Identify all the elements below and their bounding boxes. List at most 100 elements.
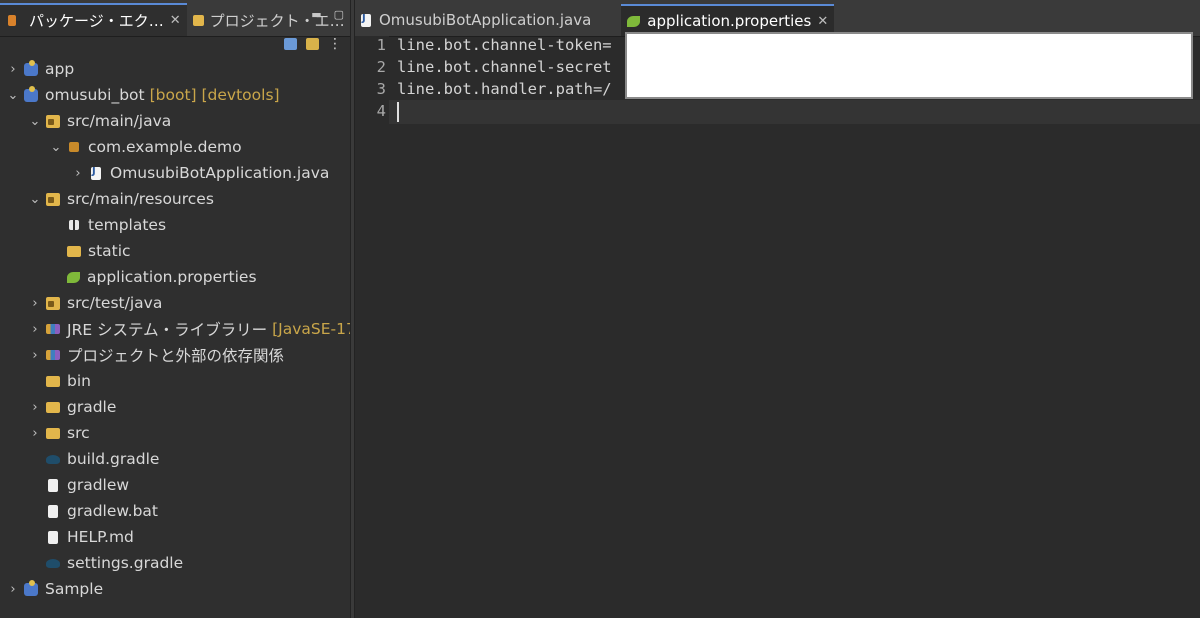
tree-item-label: gradle (67, 398, 117, 416)
tree-item-com-example-demo[interactable]: ⌄ com.example.demo (49, 134, 242, 160)
project-icon (24, 579, 38, 596)
tree-item-jre-system-library[interactable]: › JRE システム・ライブラリー [JavaSE-17] (28, 316, 362, 342)
tree-item-label: src/test/java (67, 294, 163, 312)
tree-item-label: bin (67, 372, 91, 390)
chevron-down-icon[interactable]: ⌄ (28, 114, 42, 129)
gradle-icon (46, 558, 60, 568)
library-icon (46, 324, 60, 334)
spring-properties-icon (67, 271, 80, 283)
tree-item-label: OmusubiBotApplication.java (110, 164, 330, 182)
folder-icon (46, 375, 60, 387)
tree-item-label: src/main/java (67, 112, 172, 130)
tree-item-gradle[interactable]: › gradle (28, 394, 116, 420)
package-explorer-icon (8, 15, 16, 26)
tree-item-gradlew[interactable]: gradlew (46, 472, 129, 498)
chevron-right-icon[interactable]: › (28, 322, 42, 337)
tree-item-decoration: [JavaSE-17] (272, 320, 362, 338)
text-cursor (397, 102, 399, 122)
collapse-all-icon[interactable] (284, 38, 297, 50)
project-icon (24, 59, 38, 76)
package-icon (69, 142, 79, 152)
tree-item-gradlew-bat[interactable]: gradlew.bat (46, 498, 158, 524)
tab-label: application.properties (647, 12, 812, 30)
gradle-icon (46, 454, 60, 464)
tree-item-label: HELP.md (67, 528, 134, 546)
tree-item-label: JRE システム・ライブラリー (67, 321, 268, 339)
view-window-controls: ▬ ▢ (311, 8, 344, 21)
tree-item-src[interactable]: › src (28, 420, 89, 446)
left-tabbar: パッケージ・エク… ✕ プロジェクト・エ… (0, 0, 350, 37)
tree-item-label: gradlew.bat (67, 502, 158, 520)
code-line[interactable]: line.bot.channel-token= (397, 36, 612, 54)
tree-item-src-main-java[interactable]: ⌄ src/main/java (28, 108, 172, 134)
project-icon (24, 85, 38, 102)
code-editor[interactable]: line.bot.channel-token= line.bot.channel… (355, 36, 1200, 618)
tree-item-settings-gradle[interactable]: settings.gradle (46, 550, 183, 576)
folder-icon (67, 245, 81, 257)
chevron-right-icon[interactable]: › (71, 166, 85, 181)
tree-item-label: static (88, 242, 131, 260)
chevron-right-icon[interactable]: › (28, 426, 42, 441)
source-folder-icon (46, 296, 60, 310)
source-folder-icon (46, 114, 60, 128)
chevron-down-icon[interactable]: ⌄ (28, 192, 42, 207)
close-icon[interactable]: ✕ (817, 14, 828, 29)
file-icon (48, 478, 58, 492)
chevron-right-icon[interactable]: › (6, 582, 20, 597)
chevron-right-icon[interactable]: › (28, 348, 42, 363)
file-icon (48, 530, 58, 544)
chevron-right-icon[interactable]: › (28, 400, 42, 415)
tab-label: OmusubiBotApplication.java (379, 11, 592, 29)
tree-item-label: gradlew (67, 476, 130, 494)
view-menu-icon[interactable]: ⋮ (328, 37, 342, 51)
library-icon (46, 350, 60, 360)
tree-item-label: build.gradle (67, 450, 160, 468)
java-file-icon (361, 13, 371, 27)
tree-item-src-test-java[interactable]: › src/test/java (28, 290, 162, 316)
tab-package-explorer[interactable]: パッケージ・エク… ✕ (0, 3, 187, 36)
project-explorer-icon (192, 14, 204, 26)
tab-label: パッケージ・エク… (29, 12, 164, 30)
view-toolbar: ⋮ (284, 37, 342, 51)
tree-item-label: application.properties (87, 268, 257, 286)
tree-item-label: templates (88, 216, 167, 234)
folder-icon (46, 427, 60, 439)
tree-item-app[interactable]: › app (6, 56, 74, 82)
tree-item-src-main-resources[interactable]: ⌄ src/main/resources (28, 186, 214, 212)
link-with-editor-icon[interactable] (306, 38, 319, 50)
tab-omusubibotapplication-java[interactable]: OmusubiBotApplication.java (355, 4, 601, 36)
tree-item-decoration: [boot] [devtools] (149, 86, 280, 104)
tree-item-label: com.example.demo (88, 138, 242, 156)
close-icon[interactable]: ✕ (170, 13, 181, 28)
tree-item-help-md[interactable]: HELP.md (46, 524, 134, 550)
source-folder-icon (46, 192, 60, 206)
tree-item-omusubibotapplication-java[interactable]: › OmusubiBotApplication.java (71, 160, 329, 186)
chevron-down-icon[interactable]: ⌄ (6, 88, 20, 103)
code-line[interactable]: line.bot.handler.path=/ (397, 80, 612, 98)
chevron-right-icon[interactable]: › (6, 62, 20, 77)
package-explorer-panel: パッケージ・エク… ✕ プロジェクト・エ… ▬ ▢ ⋮ › app ⌄ omus… (0, 0, 362, 618)
tree-item-sample[interactable]: › Sample (6, 576, 103, 602)
tree-item-templates[interactable]: templates (67, 212, 166, 238)
java-file-icon (91, 166, 101, 180)
tree-item-label: src/main/resources (67, 190, 214, 208)
redaction-box (625, 32, 1193, 99)
code-line[interactable]: line.bot.channel-secret (397, 58, 612, 76)
chevron-right-icon[interactable]: › (28, 296, 42, 311)
spring-properties-icon (627, 15, 641, 27)
tree-item-build-gradle[interactable]: build.gradle (46, 446, 159, 472)
tree-item-omusubi-bot[interactable]: ⌄ omusubi_bot [boot] [devtools] (6, 82, 280, 108)
tree-item-bin[interactable]: bin (46, 368, 91, 394)
package-icon (69, 220, 79, 230)
editor-panel: OmusubiBotApplication.java application.p… (355, 0, 1200, 618)
tree-item-label: omusubi_bot (45, 86, 145, 104)
tree-item-application-properties[interactable]: application.properties (67, 264, 257, 290)
file-icon (48, 504, 58, 518)
tree-item-label: プロジェクトと外部の依存関係 (67, 347, 285, 365)
tree-item-label: Sample (45, 580, 104, 598)
tree-item-project-dependencies[interactable]: › プロジェクトと外部の依存関係 (28, 342, 284, 368)
minimize-icon[interactable]: ▬ (311, 8, 321, 21)
maximize-icon[interactable]: ▢ (334, 8, 344, 21)
chevron-down-icon[interactable]: ⌄ (49, 140, 63, 155)
tree-item-static[interactable]: static (67, 238, 131, 264)
